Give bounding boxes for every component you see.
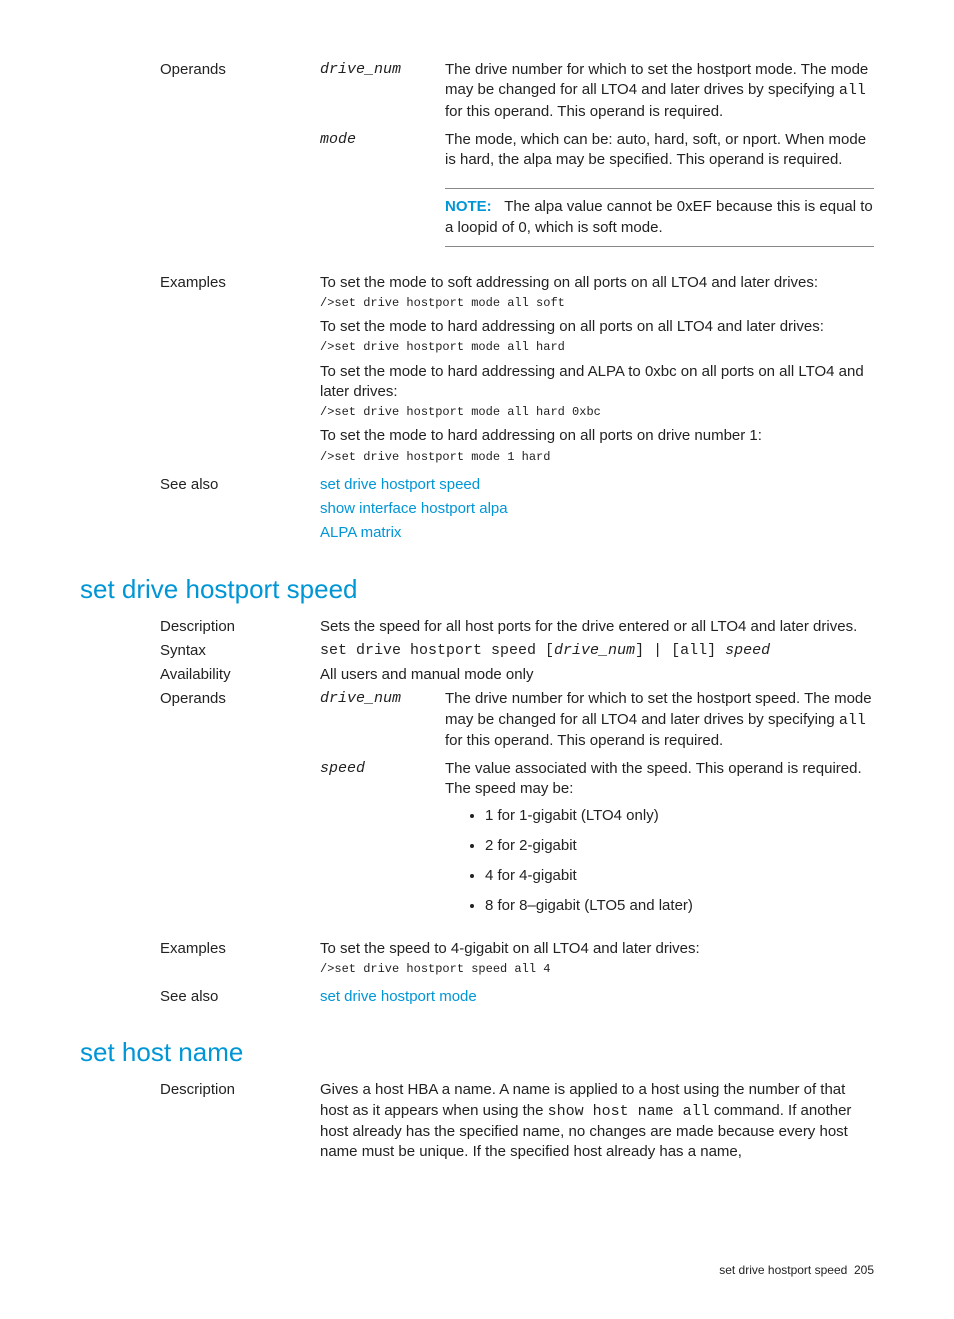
operand-speed: speed The value associated with the spee… bbox=[320, 759, 874, 927]
speed-list: 1 for 1-gigabit (LTO4 only) 2 for 2-giga… bbox=[445, 806, 874, 917]
example-text: To set the mode to hard addressing on al… bbox=[320, 426, 874, 446]
speed-option: 2 for 2-gigabit bbox=[485, 836, 874, 856]
availability-row: Availability All users and manual mode o… bbox=[80, 665, 884, 685]
examples-label: Examples bbox=[80, 939, 320, 959]
syntax-row: Syntax set drive hostport speed [drive_n… bbox=[80, 641, 884, 661]
see-also-link[interactable]: set drive hostport speed bbox=[320, 475, 874, 495]
syntax-label: Syntax bbox=[80, 641, 320, 661]
operand-description: The mode, which can be: auto, hard, soft… bbox=[445, 130, 874, 171]
operand-mode: mode The mode, which can be: auto, hard,… bbox=[320, 130, 874, 171]
see-also-label: See also bbox=[80, 475, 320, 495]
operand-name: mode bbox=[320, 130, 445, 150]
operands-label: Operands bbox=[80, 689, 320, 709]
operand-description: The drive number for which to set the ho… bbox=[445, 689, 874, 751]
example-text: To set the mode to hard addressing on al… bbox=[320, 317, 874, 337]
see-also-link[interactable]: set drive hostport mode bbox=[320, 987, 874, 1007]
description-text: Sets the speed for all host ports for th… bbox=[320, 617, 884, 637]
operand-drive-num: drive_num The drive number for which to … bbox=[320, 60, 874, 122]
see-also-link[interactable]: ALPA matrix bbox=[320, 523, 874, 543]
operands-row: Operands drive_num The drive number for … bbox=[80, 689, 884, 934]
description-row: Description Sets the speed for all host … bbox=[80, 617, 884, 637]
footer-page-number: 205 bbox=[854, 1263, 874, 1277]
example-text: To set the mode to hard addressing and A… bbox=[320, 362, 874, 403]
example-command: />set drive hostport mode all hard 0xbc bbox=[320, 404, 874, 420]
description-label: Description bbox=[80, 1080, 320, 1100]
example-command: />set drive hostport mode all hard bbox=[320, 339, 874, 355]
example-command: />set drive hostport mode all soft bbox=[320, 295, 874, 311]
operands-row: Operands drive_num The drive number for … bbox=[80, 60, 884, 255]
operand-name: drive_num bbox=[320, 60, 445, 80]
syntax-text: set drive hostport speed [drive_num] | [… bbox=[320, 641, 884, 661]
availability-label: Availability bbox=[80, 665, 320, 685]
note-label: NOTE: bbox=[445, 198, 492, 215]
page-footer: set drive hostport speed 205 bbox=[80, 1262, 884, 1278]
section-heading-set-drive-hostport-speed: set drive hostport speed bbox=[80, 572, 884, 607]
section-heading-set-host-name: set host name bbox=[80, 1035, 884, 1070]
examples-label: Examples bbox=[80, 273, 320, 293]
see-also-row: See also set drive hostport mode bbox=[80, 987, 884, 1011]
speed-option: 4 for 4-gigabit bbox=[485, 866, 874, 886]
see-also-link[interactable]: show interface hostport alpa bbox=[320, 499, 874, 519]
examples-row: Examples To set the speed to 4-gigabit o… bbox=[80, 939, 884, 983]
operand-name: speed bbox=[320, 759, 445, 779]
example-text: To set the speed to 4-gigabit on all LTO… bbox=[320, 939, 874, 959]
see-also-row: See also set drive hostport speed show i… bbox=[80, 475, 884, 548]
example-text: To set the mode to soft addressing on al… bbox=[320, 273, 874, 293]
see-also-label: See also bbox=[80, 987, 320, 1007]
note-row: NOTE: The alpa value cannot be 0xEF beca… bbox=[320, 178, 874, 247]
availability-text: All users and manual mode only bbox=[320, 665, 884, 685]
note-text: The alpa value cannot be 0xEF because th… bbox=[445, 198, 873, 235]
footer-section-title: set drive hostport speed bbox=[719, 1263, 847, 1277]
description-label: Description bbox=[80, 617, 320, 637]
note-box: NOTE: The alpa value cannot be 0xEF beca… bbox=[445, 188, 874, 247]
operands-label: Operands bbox=[80, 60, 320, 80]
examples-row: Examples To set the mode to soft address… bbox=[80, 273, 884, 471]
description-row: Description Gives a host HBA a name. A n… bbox=[80, 1080, 884, 1162]
description-text: Gives a host HBA a name. A name is appli… bbox=[320, 1080, 884, 1162]
operand-description: The drive number for which to set the ho… bbox=[445, 60, 874, 122]
operand-description: The value associated with the speed. Thi… bbox=[445, 759, 874, 927]
example-command: />set drive hostport speed all 4 bbox=[320, 961, 874, 977]
example-command: />set drive hostport mode 1 hard bbox=[320, 449, 874, 465]
speed-option: 8 for 8–gigabit (LTO5 and later) bbox=[485, 896, 874, 916]
speed-option: 1 for 1-gigabit (LTO4 only) bbox=[485, 806, 874, 826]
operand-drive-num: drive_num The drive number for which to … bbox=[320, 689, 874, 751]
operand-name: drive_num bbox=[320, 689, 445, 709]
